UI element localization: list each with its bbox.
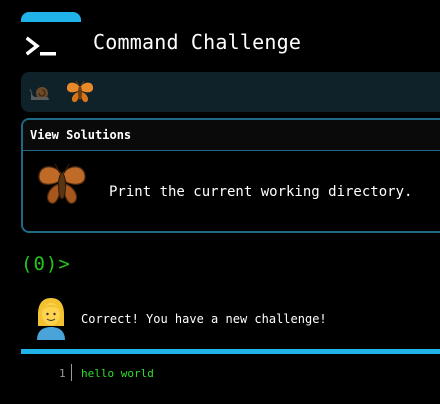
editor-code-line[interactable]: hello world: [81, 367, 154, 380]
challenge-card-header: View Solutions: [23, 120, 440, 151]
terminal-prompt: (0)>: [21, 253, 71, 275]
feedback-message: Correct! You have a new challenge!: [81, 312, 327, 326]
command-editor[interactable]: 1 hello world: [21, 354, 440, 404]
terminal-icon: [26, 36, 56, 56]
header-tab-accent: [21, 12, 81, 22]
app-header: Command Challenge: [21, 22, 440, 68]
snail-icon[interactable]: [29, 83, 51, 103]
gutter-divider: [71, 364, 72, 381]
challenge-description: Print the current working directory.: [109, 184, 413, 200]
challenge-card: View Solutions Print the current working…: [21, 118, 440, 233]
view-solutions-link[interactable]: View Solutions: [30, 128, 131, 142]
moth-icon: [38, 163, 86, 204]
woman-avatar-icon: [37, 298, 65, 340]
progress-strip: [21, 72, 440, 112]
moth-icon[interactable]: [65, 79, 95, 105]
page-title: Command Challenge: [93, 30, 302, 54]
